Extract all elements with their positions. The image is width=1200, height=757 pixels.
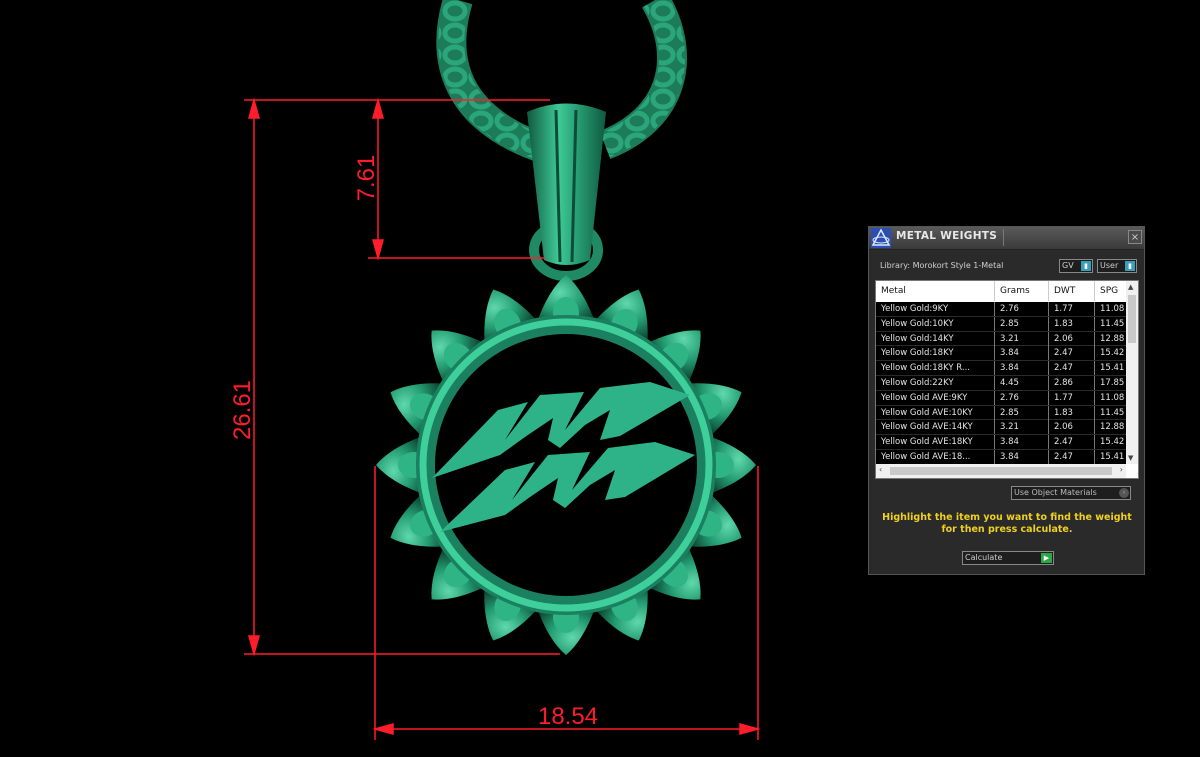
table-cell: 2.47 [1049, 449, 1095, 464]
table-cell: 3.84 [995, 435, 1049, 450]
scroll-up-icon[interactable]: ▲ [1128, 283, 1133, 291]
table-cell: Yellow Gold AVE:14KY [876, 420, 995, 435]
table-cell: 2.06 [1049, 331, 1095, 346]
table-cell: 1.83 [1049, 405, 1095, 420]
table-cell: 2.85 [995, 405, 1049, 420]
metal-weights-panel: METAL WEIGHTS × Library: Morokort Style … [868, 226, 1145, 575]
play-icon: ▶ [1041, 553, 1052, 563]
library-label: Library: Morokort Style 1-Metal [880, 261, 1004, 270]
horizontal-scrollbar[interactable]: ‹ › [876, 464, 1126, 478]
table-cell: Yellow Gold AVE:18KY [876, 435, 995, 450]
table-header: Metal Grams DWT SPG [876, 281, 1138, 301]
table-cell: 4.45 [995, 375, 1049, 390]
scroll-right-icon[interactable]: › [1120, 465, 1123, 474]
table-row[interactable]: Yellow Gold AVE:18KY 3.84 2.47 15.42 [876, 435, 1126, 450]
vertical-scrollbar[interactable]: ▲ ▼ [1126, 281, 1138, 464]
dropdown-arrow-icon: ◦ [1119, 488, 1129, 498]
column-header-metal[interactable]: Metal [876, 281, 995, 301]
table-cell: 1.77 [1049, 390, 1095, 405]
dropdown-arrow-icon: ▮ [1081, 261, 1091, 271]
table-cell: Yellow Gold:18KY [876, 346, 995, 361]
panel-titlebar[interactable]: METAL WEIGHTS × [869, 227, 1144, 250]
metal-table: Metal Grams DWT SPG Yellow Gold:9KY 2.76 1… [875, 280, 1139, 479]
table-row[interactable]: Yellow Gold AVE:9KY 2.76 1.77 11.08 [876, 390, 1126, 406]
app-logo-icon [871, 228, 891, 248]
table-row[interactable]: Yellow Gold AVE:14KY 3.21 2.06 12.88 [876, 420, 1126, 436]
table-cell: 3.21 [995, 420, 1049, 435]
table-cell: Yellow Gold AVE:10KY [876, 405, 995, 420]
use-object-materials-label: Use Object Materials [1014, 488, 1097, 497]
gv-dropdown[interactable]: GV ▮ [1059, 259, 1093, 273]
column-header-grams[interactable]: Grams [995, 281, 1049, 301]
table-cell: 3.84 [995, 449, 1049, 464]
scroll-down-icon[interactable]: ▼ [1128, 454, 1133, 462]
pendant-bail [527, 103, 606, 281]
table-body: Yellow Gold:9KY 2.76 1.77 11.08 Yellow Gold:… [876, 302, 1126, 465]
instructions-text: Highlight the item you want to find the … [882, 512, 1132, 535]
use-object-materials-dropdown[interactable]: Use Object Materials ◦ [1011, 486, 1131, 500]
table-row[interactable]: Yellow Gold:22KY 4.45 2.86 17.85 [876, 375, 1126, 391]
table-cell: 3.21 [995, 331, 1049, 346]
table-row[interactable]: Yellow Gold:18KY R... 3.84 2.47 15.41 [876, 361, 1126, 376]
scroll-left-icon[interactable]: ‹ [879, 465, 882, 474]
calculate-label: Calculate [965, 553, 1003, 562]
table-cell: 3.84 [995, 346, 1049, 361]
table-cell: Yellow Gold:14KY [876, 331, 995, 346]
table-cell: 2.86 [1049, 375, 1095, 390]
table-cell: Yellow Gold:10KY [876, 316, 995, 331]
user-dropdown[interactable]: User ▮ [1097, 259, 1137, 273]
table-cell: Yellow Gold AVE:9KY [876, 390, 995, 405]
table-cell: Yellow Gold:9KY [876, 302, 995, 316]
table-cell: 3.84 [995, 361, 1049, 376]
table-row[interactable]: Yellow Gold:18KY 3.84 2.47 15.42 [876, 346, 1126, 362]
column-header-spg[interactable]: SPG [1095, 281, 1126, 301]
table-cell: 2.47 [1049, 361, 1095, 376]
table-cell: 1.83 [1049, 316, 1095, 331]
table-row[interactable]: Yellow Gold:10KY 2.85 1.83 11.45 [876, 316, 1126, 332]
table-cell: 2.76 [995, 390, 1049, 405]
table-row[interactable]: Yellow Gold:14KY 3.21 2.06 12.88 [876, 331, 1126, 347]
table-cell: 2.85 [995, 316, 1049, 331]
close-button[interactable]: × [1128, 230, 1142, 244]
gv-dropdown-value: GV [1062, 261, 1074, 270]
close-icon: × [1130, 232, 1140, 243]
dimension-width: 18.54 [538, 703, 598, 730]
dimension-bail-height: 7.61 [353, 155, 380, 202]
calculate-button[interactable]: Calculate ▶ [962, 551, 1054, 565]
dimension-height-total: 26.61 [229, 380, 256, 440]
dropdown-arrow-icon: ▮ [1125, 261, 1135, 271]
table-cell: 1.77 [1049, 302, 1095, 316]
scroll-thumb[interactable] [890, 467, 1112, 475]
table-row[interactable]: Yellow Gold AVE:18... 3.84 2.47 15.41 [876, 449, 1126, 465]
table-cell: 2.06 [1049, 420, 1095, 435]
user-dropdown-value: User [1100, 261, 1119, 270]
table-cell: 2.76 [995, 302, 1049, 316]
table-cell: 2.47 [1049, 346, 1095, 361]
table-row[interactable]: Yellow Gold AVE:10KY 2.85 1.83 11.45 [876, 405, 1126, 421]
table-row[interactable]: Yellow Gold:9KY 2.76 1.77 11.08 [876, 302, 1126, 317]
scroll-thumb[interactable] [1128, 295, 1136, 343]
table-cell: 2.47 [1049, 435, 1095, 450]
titlebar-divider [1003, 229, 1004, 246]
table-cell: Yellow Gold:22KY [876, 375, 995, 390]
table-cell: Yellow Gold:18KY R... [876, 361, 995, 376]
panel-title: METAL WEIGHTS [896, 230, 998, 242]
column-header-dwt[interactable]: DWT [1049, 281, 1095, 301]
table-cell: Yellow Gold AVE:18... [876, 449, 995, 464]
